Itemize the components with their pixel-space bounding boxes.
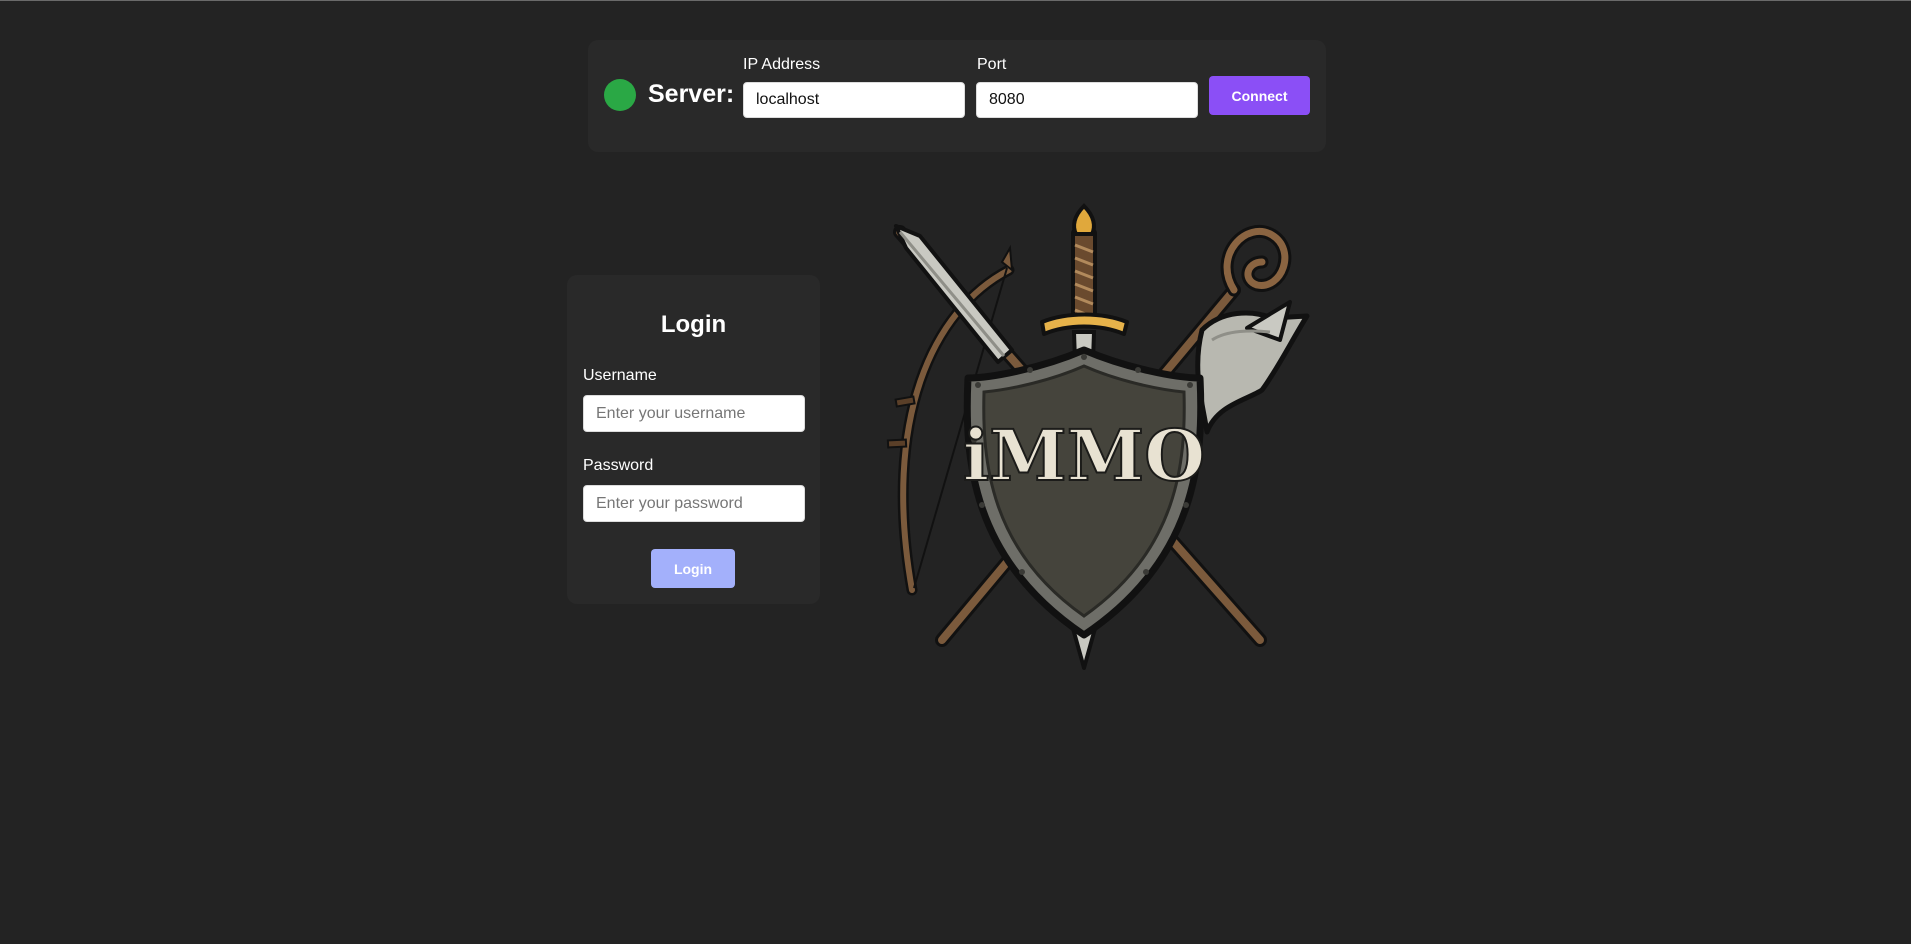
connect-button[interactable]: Connect — [1209, 76, 1310, 115]
password-input[interactable] — [583, 485, 805, 522]
ip-address-input[interactable] — [743, 82, 965, 118]
port-input[interactable] — [976, 82, 1198, 118]
emblem-title: iMMO — [963, 414, 1206, 497]
server-status-indicator — [604, 79, 636, 111]
window-top-border — [0, 0, 1911, 1]
immo-logo-emblem: iMMO — [886, 203, 1310, 670]
server-connection-bar: Server: IP Address Port Connect — [588, 40, 1326, 152]
port-label: Port — [977, 56, 1007, 73]
ip-address-label: IP Address — [743, 56, 821, 73]
username-input[interactable] — [583, 395, 805, 432]
shield-icon: iMMO — [962, 346, 1206, 639]
server-label: Server: — [648, 80, 735, 108]
username-label: Username — [583, 367, 657, 384]
axe-icon — [1195, 300, 1310, 435]
login-card: Login Username Password Login — [567, 275, 820, 604]
password-label: Password — [583, 457, 654, 474]
login-title: Login — [660, 311, 727, 338]
login-button[interactable]: Login — [651, 549, 735, 588]
